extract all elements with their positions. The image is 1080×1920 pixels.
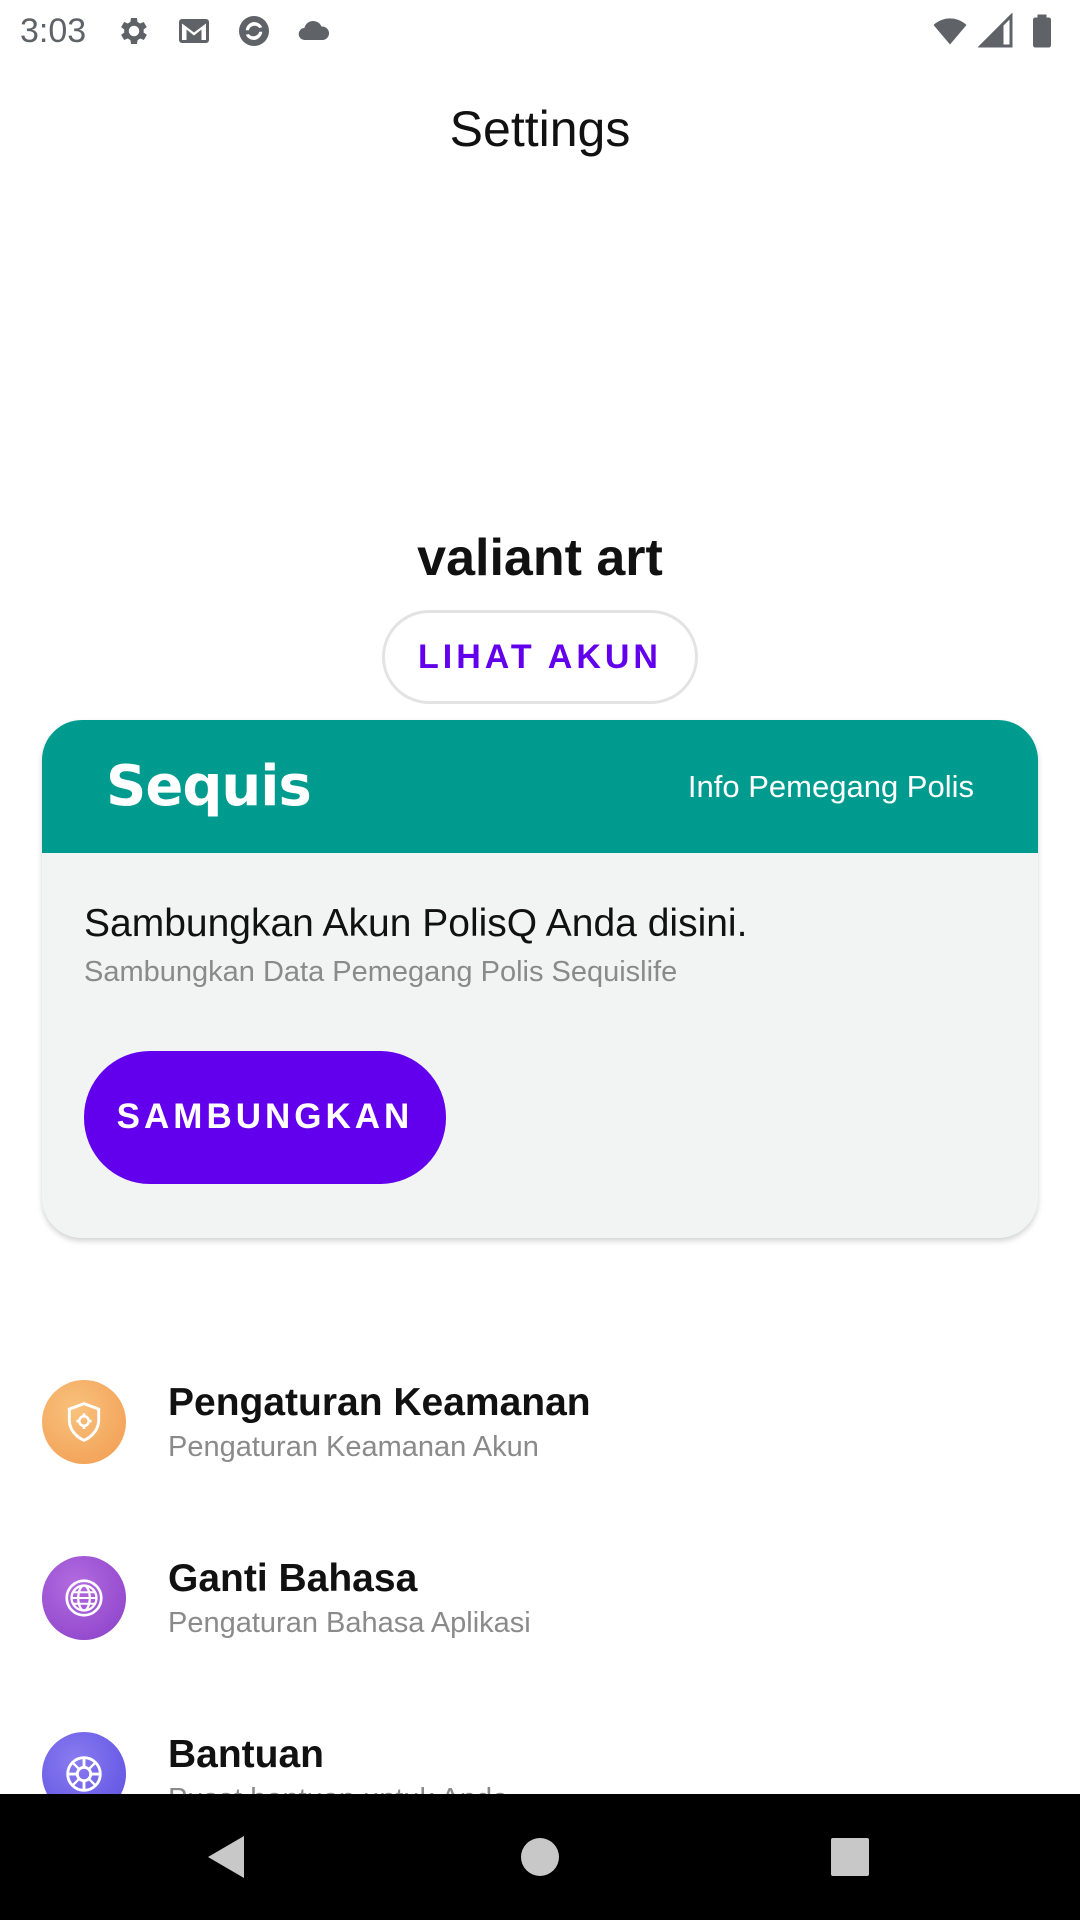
gear-icon <box>121 17 148 45</box>
status-time: 3:03 <box>20 11 87 50</box>
card-header: Sequis Info Pemegang Polis <box>42 720 1038 853</box>
settings-item-security[interactable]: Pengaturan Keamanan Pengaturan Keamanan … <box>0 1352 1080 1492</box>
battery-icon <box>1033 14 1051 48</box>
settings-item-language[interactable]: Ganti Bahasa Pengaturan Bahasa Aplikasi <box>0 1528 1080 1668</box>
sync-icon <box>239 16 270 46</box>
policy-holder-info-link[interactable]: Info Pemegang Polis <box>688 769 974 805</box>
signal-icon <box>978 13 1013 48</box>
sequis-logo: Sequis <box>106 754 312 819</box>
security-shield-icon <box>42 1380 126 1464</box>
page-title: Settings <box>449 101 631 157</box>
system-navigation-bar <box>0 1794 1080 1920</box>
globe-language-icon <box>42 1556 126 1640</box>
settings-screen: 3:03 Settings valiant art LIHAT AKUN Seq… <box>0 0 1080 1920</box>
settings-item-subtitle: Pengaturan Keamanan Akun <box>168 1430 539 1463</box>
back-icon[interactable] <box>166 1794 286 1920</box>
user-name: valiant art <box>417 529 663 587</box>
wifi-icon <box>933 18 967 45</box>
card-subtitle: Sambungkan Data Pemegang Polis Sequislif… <box>84 955 678 988</box>
settings-item-subtitle: Pengaturan Bahasa Aplikasi <box>168 1606 531 1639</box>
card-title: Sambungkan Akun PolisQ Anda disini. <box>84 902 748 945</box>
view-account-button[interactable]: LIHAT AKUN <box>382 610 698 704</box>
connect-button[interactable]: SAMBUNGKAN <box>84 1050 446 1184</box>
status-bar: 3:03 <box>0 0 1080 62</box>
home-icon[interactable] <box>480 1794 600 1920</box>
recents-icon[interactable] <box>790 1794 910 1920</box>
settings-item-title: Pengaturan Keamanan <box>168 1380 591 1424</box>
settings-item-title: Ganti Bahasa <box>168 1556 418 1600</box>
card-body: Sambungkan Akun PolisQ Anda disini. Samb… <box>42 853 1038 1184</box>
cloud-icon <box>298 20 330 41</box>
sequis-policy-card: Sequis Info Pemegang Polis Sambungkan Ak… <box>42 720 1038 1238</box>
gmail-icon <box>179 19 210 43</box>
settings-item-title: Bantuan <box>168 1732 324 1776</box>
